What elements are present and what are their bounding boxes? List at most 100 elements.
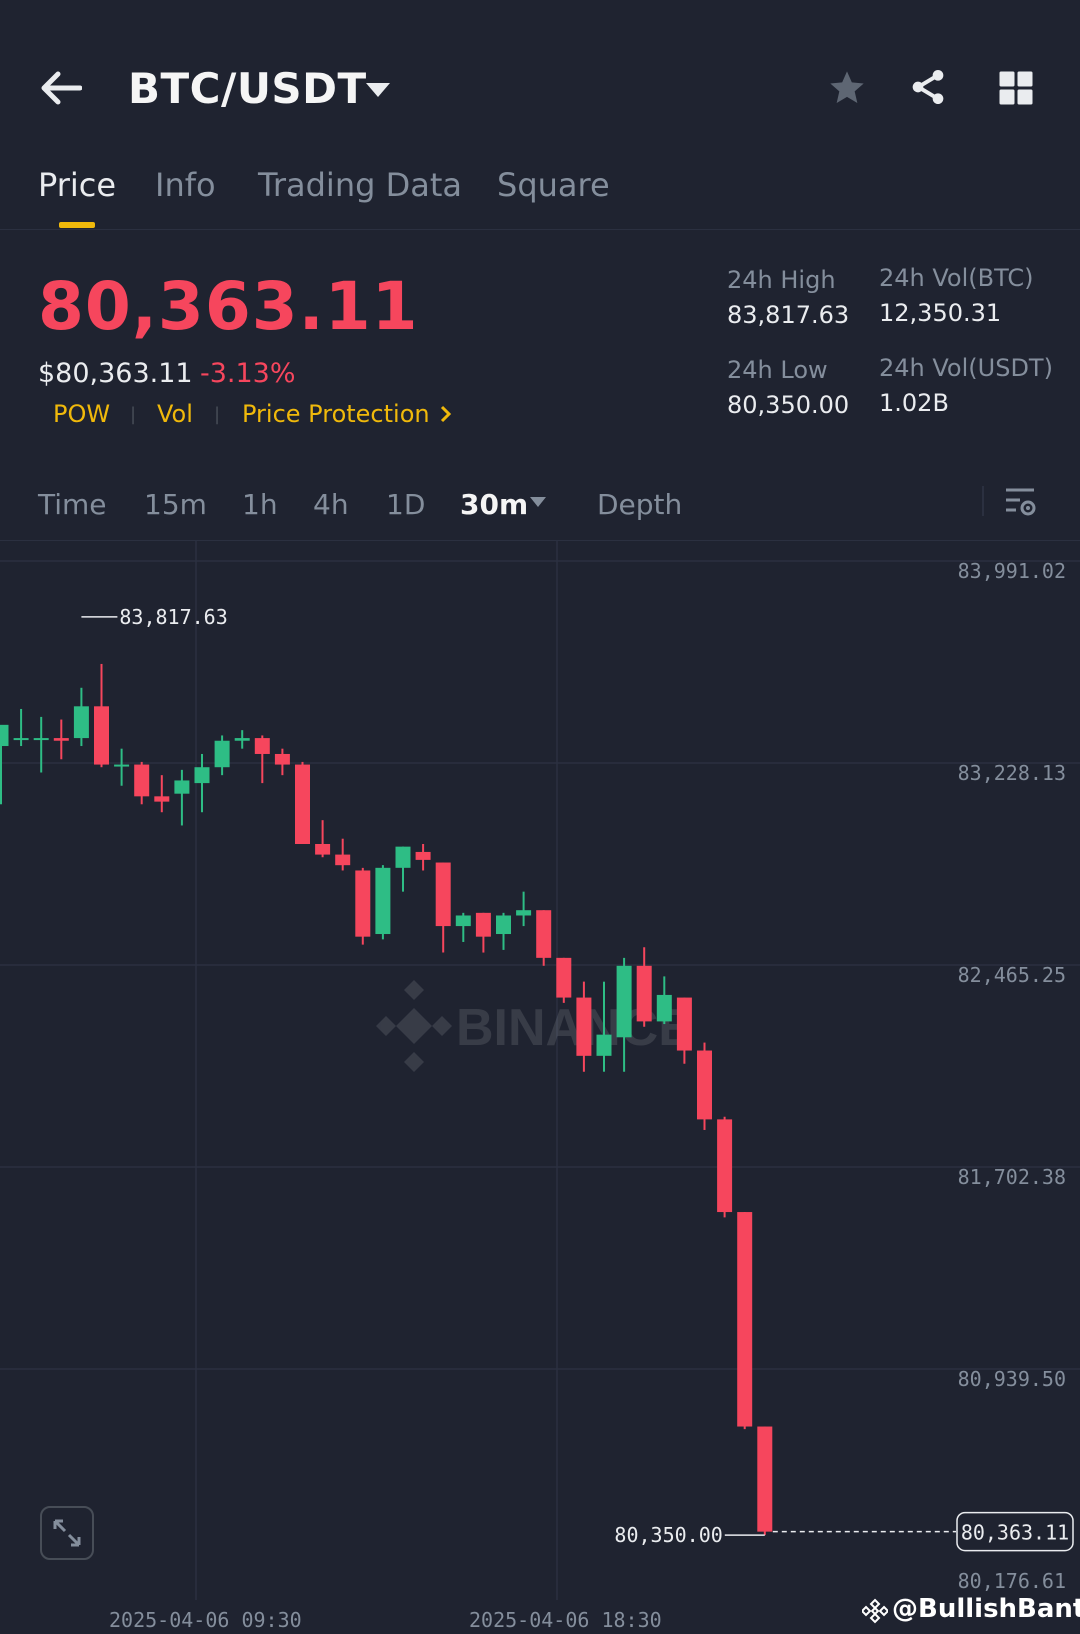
candle-body <box>335 854 351 866</box>
candle <box>576 981 592 1072</box>
tab-trading-data[interactable]: Trading Data <box>258 166 462 204</box>
tab-price[interactable]: Price <box>38 166 116 204</box>
candle <box>717 1116 733 1218</box>
candle <box>73 687 89 747</box>
interval-depth[interactable]: Depth <box>597 488 682 521</box>
tag-divider: | <box>214 404 221 425</box>
candle-body <box>697 1050 712 1120</box>
tag-pow[interactable]: POW <box>53 400 110 428</box>
candle-body <box>254 738 270 754</box>
pair-title[interactable]: BTC/USDT <box>128 64 367 113</box>
candle <box>757 1426 773 1536</box>
candle-body <box>94 706 109 765</box>
x-tick-label: 2025-04-06 18:30 <box>469 1608 662 1632</box>
chart-grid <box>0 540 1080 1600</box>
candle-body <box>556 957 572 998</box>
interval-time[interactable]: Time <box>38 488 107 521</box>
stat-vol-btc-label: 24h Vol(BTC) <box>879 264 1034 292</box>
last-price-label: 80,363.11 <box>961 1521 1069 1545</box>
candle <box>53 719 69 760</box>
interval-4h[interactable]: 4h <box>313 488 349 521</box>
toolbar-divider <box>982 486 984 516</box>
interval-1d[interactable]: 1D <box>386 488 425 521</box>
tag-price-protection[interactable]: Price Protection <box>242 400 430 428</box>
candle <box>335 838 351 871</box>
candle <box>174 769 190 826</box>
y-tick-label: 83,228.13 <box>958 761 1066 785</box>
tab-info[interactable]: Info <box>155 166 216 204</box>
binance-logo-icon <box>862 1598 888 1624</box>
candle <box>455 912 471 942</box>
stat-high-value: 83,817.63 <box>727 301 850 329</box>
candle-body <box>0 724 9 747</box>
candle <box>656 976 672 1025</box>
interval-30m[interactable]: 30m <box>460 488 528 521</box>
status-bar <box>0 0 1080 14</box>
star-icon[interactable] <box>826 68 868 108</box>
candle-body <box>355 870 371 937</box>
candle-body <box>717 1119 733 1213</box>
y-tick-label: 83,991.02 <box>958 559 1066 583</box>
candle <box>154 775 170 813</box>
grid-icon[interactable] <box>998 70 1034 106</box>
candle-body <box>134 764 150 797</box>
candle <box>295 761 310 844</box>
tag-divider: | <box>130 404 137 425</box>
high-marker-label: 83,817.63 <box>119 605 227 629</box>
candle <box>375 865 391 940</box>
candle-body <box>496 915 511 935</box>
x-tick-label: 2025-04-06 09:30 <box>109 1608 302 1632</box>
candle-body <box>616 965 632 1038</box>
share-icon[interactable] <box>908 66 948 108</box>
candle-body <box>214 740 230 768</box>
candle <box>636 947 652 1027</box>
candle-body <box>154 796 170 802</box>
last-price: 80,363.11 <box>38 268 419 345</box>
candle <box>395 846 411 892</box>
chart-settings-icon[interactable] <box>1004 486 1038 518</box>
candles-group <box>0 663 773 1536</box>
interval-1h[interactable]: 1h <box>242 488 278 521</box>
candle-body <box>576 997 592 1056</box>
tag-vol[interactable]: Vol <box>157 400 193 428</box>
candle <box>315 820 331 858</box>
interval-15m[interactable]: 15m <box>144 488 207 521</box>
candle-body <box>13 738 29 741</box>
candle <box>435 862 451 953</box>
tab-square[interactable]: Square <box>497 166 610 204</box>
candle <box>475 912 491 953</box>
candle-body <box>114 764 130 767</box>
candle <box>536 910 552 966</box>
y-tick-label: 82,465.25 <box>958 963 1066 987</box>
candle <box>114 748 130 786</box>
fullscreen-button[interactable] <box>40 1506 94 1560</box>
interval-caret-icon[interactable] <box>530 497 546 508</box>
candle <box>0 724 9 805</box>
candle <box>737 1212 753 1430</box>
low-marker-label: 80,350.00 <box>614 1523 722 1547</box>
candle-body <box>737 1212 753 1427</box>
stat-high-label: 24h High <box>727 266 836 294</box>
candle <box>254 735 270 784</box>
candlestick-chart[interactable]: BINANCE 83,991.0283,228.1382,465.2581,70… <box>0 540 1080 1610</box>
y-tick-label: 81,702.38 <box>958 1165 1066 1189</box>
candle-body <box>194 767 210 784</box>
price-change-percent: -3.13% <box>200 358 296 389</box>
candle <box>415 843 431 871</box>
credit-text: @BullishBanter <box>892 1594 1080 1624</box>
candle <box>496 912 511 950</box>
y-tick-label: 80,176.61 <box>958 1569 1066 1593</box>
back-arrow-icon[interactable] <box>40 68 82 108</box>
candle-body <box>315 843 331 855</box>
top-bar: BTC/USDT <box>0 40 1080 140</box>
candle <box>355 867 371 945</box>
candle <box>556 957 572 1003</box>
dropdown-caret-icon[interactable] <box>365 82 391 98</box>
candle-body <box>33 738 49 741</box>
stat-vol-usdt-value: 1.02B <box>879 389 949 417</box>
stat-low-label: 24h Low <box>727 356 828 384</box>
stat-low-value: 80,350.00 <box>727 391 850 419</box>
chevron-right-icon[interactable] <box>440 405 452 423</box>
candle-body <box>174 780 190 794</box>
candle <box>134 761 150 805</box>
